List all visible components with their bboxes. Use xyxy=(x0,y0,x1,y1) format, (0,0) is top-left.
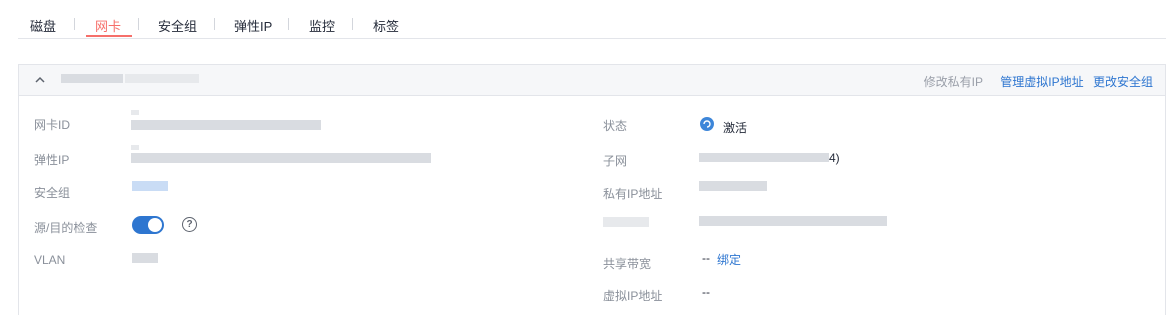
tab-divider xyxy=(138,18,139,30)
tab-divider xyxy=(352,18,353,30)
status-active-icon xyxy=(700,117,714,131)
vlan-label: VLAN xyxy=(34,253,66,267)
bind-link[interactable]: 绑定 xyxy=(717,251,741,268)
shared-bandwidth-value: -- xyxy=(702,251,710,265)
redacted-nic-name xyxy=(125,74,199,83)
nic-panel-header: 修改私有IP 管理虚拟IP地址 更改安全组 xyxy=(19,65,1165,96)
active-tab-indicator xyxy=(86,35,132,37)
virtual-ip-value: -- xyxy=(702,285,710,299)
tab-divider xyxy=(214,18,215,30)
header-actions: 修改私有IP 管理虚拟IP地址 更改安全组 xyxy=(924,73,1153,90)
redacted-subnet xyxy=(699,153,829,162)
nic-id-label: 网卡ID xyxy=(34,118,71,132)
shared-bandwidth-label: 共享带宽 xyxy=(603,257,652,271)
redacted-value xyxy=(699,216,887,226)
redacted-nic-name xyxy=(61,74,123,83)
subnet-suffix: 4) xyxy=(829,151,840,165)
change-security-group-link[interactable]: 更改安全组 xyxy=(1093,75,1153,89)
tab-security-group[interactable]: 安全组 xyxy=(158,16,197,35)
redacted-security-group-link[interactable] xyxy=(132,181,168,191)
redacted-vlan xyxy=(132,253,158,263)
tab-disk[interactable]: 磁盘 xyxy=(30,16,56,35)
status-value: 激活 xyxy=(723,121,748,135)
help-circle-icon[interactable]: ? xyxy=(182,217,197,232)
redacted-value xyxy=(131,145,139,150)
source-dest-check-label: 源/目的检查 xyxy=(34,221,98,235)
source-dest-check-toggle[interactable] xyxy=(132,216,164,234)
nic-panel: 修改私有IP 管理虚拟IP地址 更改安全组 网卡ID 弹性IP 安全组 源/目的… xyxy=(18,64,1166,315)
private-ip-label: 私有IP地址 xyxy=(603,187,663,201)
modify-private-ip-link[interactable]: 修改私有IP xyxy=(924,75,983,89)
redacted-value xyxy=(131,110,139,115)
chevron-up-icon[interactable] xyxy=(35,75,45,85)
tab-divider xyxy=(74,18,75,30)
subnet-label: 子网 xyxy=(603,154,628,168)
redacted-nic-id xyxy=(131,120,321,130)
redacted-eip xyxy=(131,153,431,163)
redacted-label xyxy=(603,217,649,227)
virtual-ip-label: 虚拟IP地址 xyxy=(603,289,663,303)
tab-monitoring[interactable]: 监控 xyxy=(309,16,335,35)
status-label: 状态 xyxy=(603,119,628,133)
redacted-private-ip xyxy=(699,181,767,191)
toggle-knob xyxy=(148,218,162,232)
tab-eip[interactable]: 弹性IP xyxy=(234,16,272,35)
manage-virtual-ip-link[interactable]: 管理虚拟IP地址 xyxy=(1000,75,1083,89)
tab-divider xyxy=(288,18,289,30)
tab-tags[interactable]: 标签 xyxy=(373,16,399,35)
detail-tabs: 磁盘 网卡 安全组 弹性IP 监控 标签 xyxy=(18,0,1166,39)
tab-nic[interactable]: 网卡 xyxy=(95,16,121,35)
eip-label: 弹性IP xyxy=(34,153,70,167)
security-group-label: 安全组 xyxy=(34,186,71,200)
